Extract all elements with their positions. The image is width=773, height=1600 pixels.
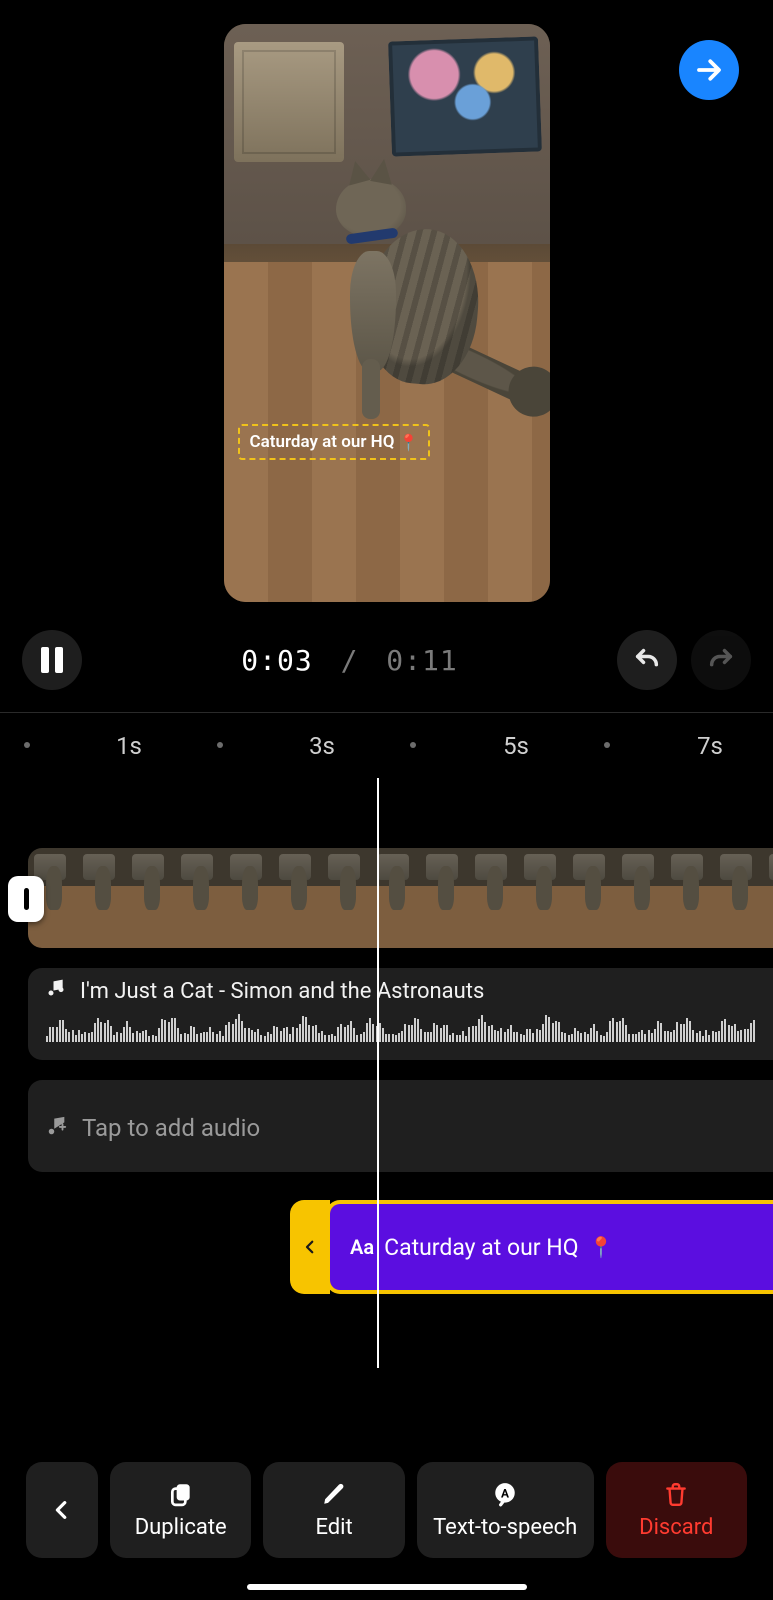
add-audio-track[interactable]: Tap to add audio (28, 1080, 773, 1172)
video-preview[interactable]: Caturday at our HQ 📍 (224, 24, 550, 602)
pin-icon: 📍 (398, 433, 418, 452)
duplicate-icon (168, 1481, 194, 1507)
caption-overlay-text: Caturday at our HQ (250, 432, 395, 452)
back-button[interactable] (26, 1462, 98, 1558)
edit-button[interactable]: Edit (263, 1462, 404, 1558)
add-audio-label: Tap to add audio (82, 1114, 260, 1142)
playhead[interactable] (377, 778, 379, 1368)
audio-title: I'm Just a Cat - Simon and the Astronaut… (80, 979, 484, 1004)
music-add-icon (46, 1115, 68, 1141)
chevron-left-icon (51, 1495, 73, 1525)
home-indicator[interactable] (247, 1584, 527, 1590)
time-separator: / (341, 644, 359, 677)
edit-label: Edit (315, 1515, 352, 1540)
ruler-label: 3s (309, 732, 335, 760)
trim-start-handle[interactable] (8, 876, 44, 922)
music-icon (46, 978, 66, 1004)
arrow-right-icon (694, 55, 724, 85)
redo-icon (707, 646, 735, 674)
time-current: 0:03 (241, 644, 312, 677)
duplicate-label: Duplicate (135, 1515, 227, 1540)
audio-track-music[interactable]: I'm Just a Cat - Simon and the Astronaut… (28, 968, 773, 1060)
caption-overlay[interactable]: Caturday at our HQ 📍 (238, 424, 431, 460)
time-display: 0:03 / 0:11 (82, 644, 617, 677)
chevron-left-icon (301, 1233, 319, 1261)
ruler-label: 1s (116, 732, 142, 760)
tts-label: Text-to-speech (433, 1515, 577, 1540)
next-button[interactable] (679, 40, 739, 100)
redo-button[interactable] (691, 630, 751, 690)
pencil-icon (321, 1481, 347, 1507)
audio-waveform (46, 1012, 755, 1042)
text-icon: Aa (350, 1235, 374, 1259)
text-clip-label: Caturday at our HQ (384, 1234, 578, 1261)
discard-label: Discard (639, 1515, 713, 1540)
tts-icon: A (492, 1481, 518, 1507)
undo-icon (633, 646, 661, 674)
text-clip-trim-handle[interactable] (290, 1200, 330, 1294)
time-total: 0:11 (386, 644, 457, 677)
pin-icon: 📍 (589, 1235, 614, 1259)
undo-button[interactable] (617, 630, 677, 690)
trash-icon (663, 1481, 689, 1507)
duplicate-button[interactable]: Duplicate (110, 1462, 251, 1558)
svg-text:A: A (501, 1486, 509, 1500)
timeline-ruler[interactable]: 1s 3s 5s 7s (0, 728, 773, 762)
discard-button[interactable]: Discard (606, 1462, 747, 1558)
pause-button[interactable] (22, 630, 82, 690)
divider (0, 712, 773, 713)
tts-button[interactable]: A Text-to-speech (417, 1462, 594, 1558)
pause-icon (41, 647, 63, 673)
video-track[interactable] (28, 848, 773, 948)
ruler-label: 7s (697, 732, 723, 760)
text-clip[interactable]: Aa Caturday at our HQ 📍 (290, 1200, 773, 1294)
ruler-label: 5s (503, 732, 529, 760)
